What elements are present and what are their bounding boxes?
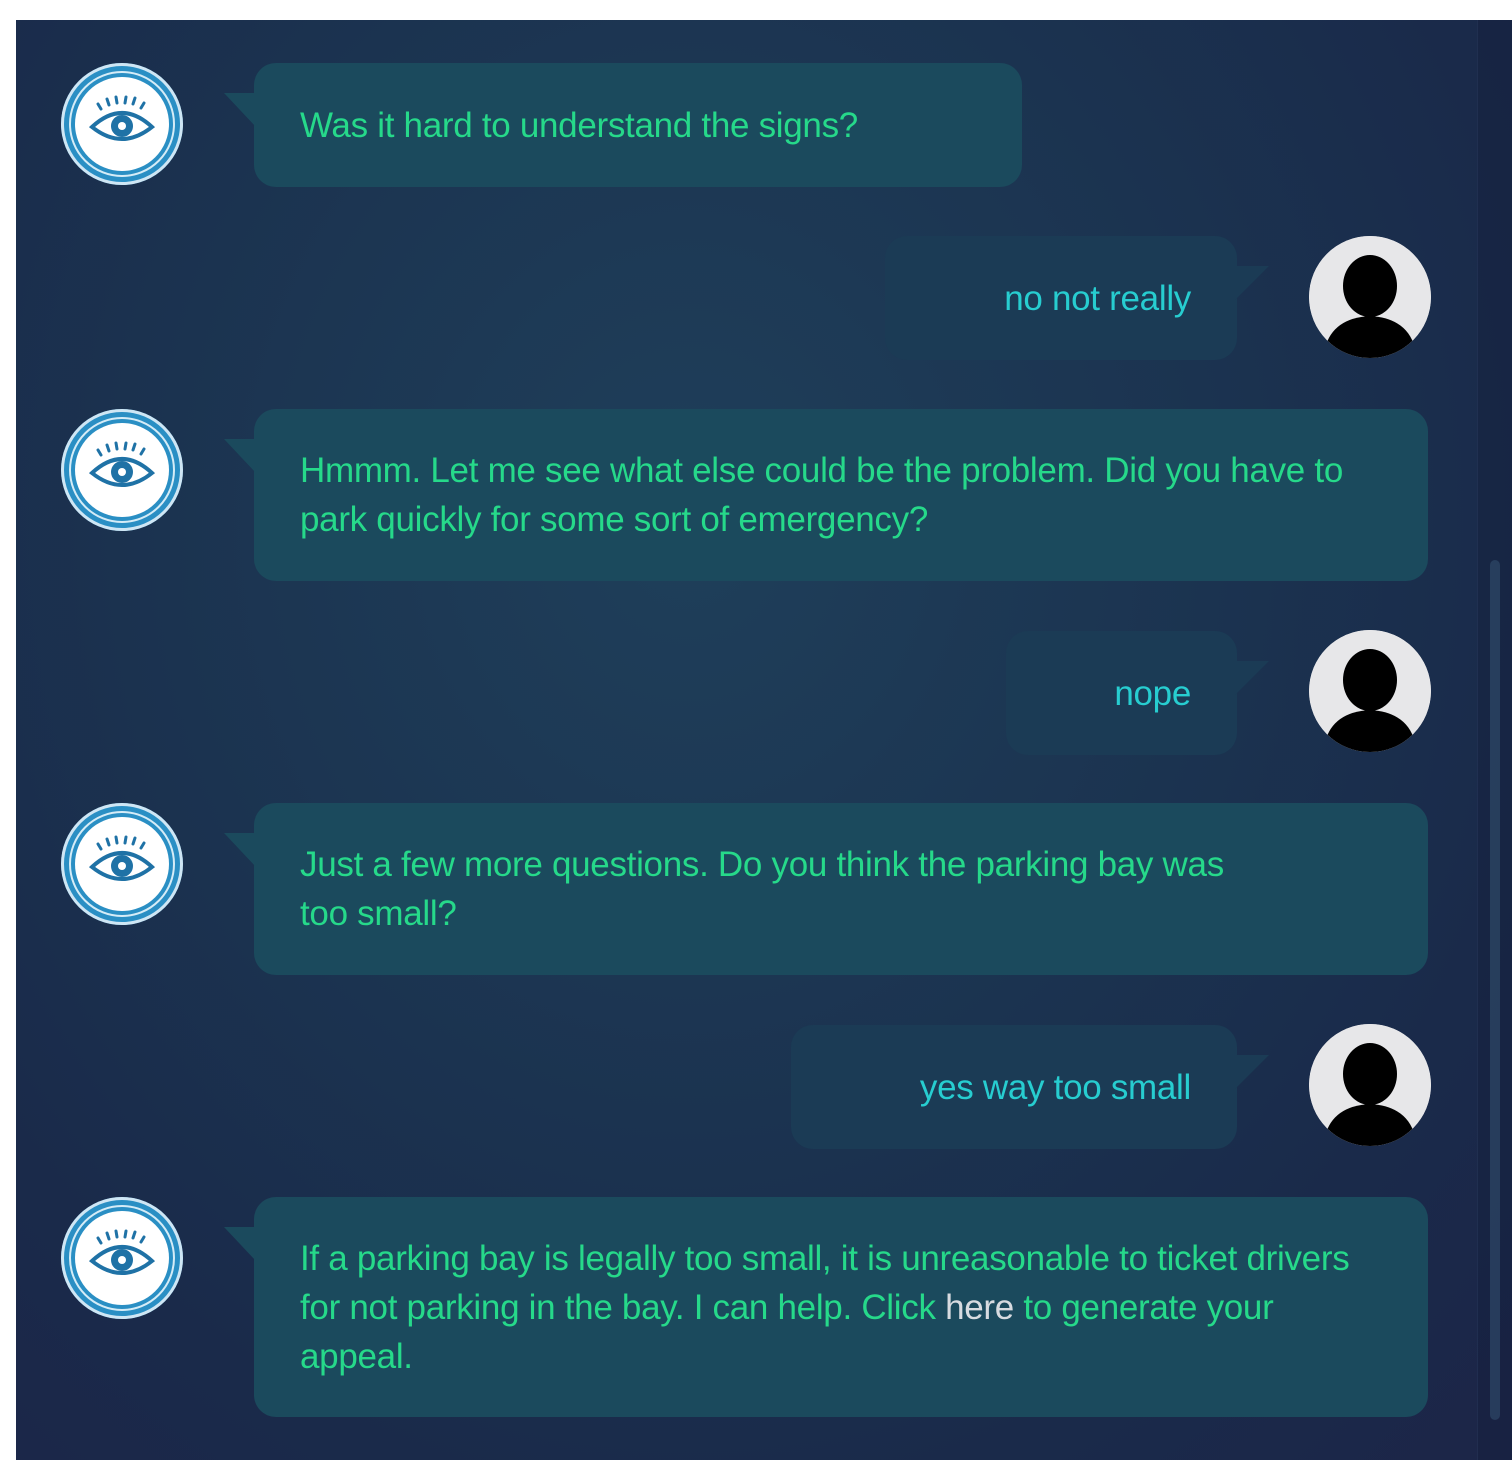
user-silhouette-icon [1309, 1024, 1431, 1146]
generate-appeal-link[interactable]: here [945, 1288, 1014, 1327]
bot-message: Was it hard to understand the signs? [224, 63, 1022, 187]
bot-message: If a parking bay is legally too small, i… [224, 1197, 1428, 1417]
eye-icon [66, 68, 178, 180]
bot-avatar [61, 63, 183, 185]
user-avatar [1309, 630, 1431, 752]
message-text: Was it hard to understand the signs? [300, 105, 858, 145]
user-silhouette-icon [1309, 236, 1431, 358]
eye-icon [66, 1202, 178, 1314]
message-text: no not really [1004, 278, 1191, 318]
user-message: no not really [885, 236, 1269, 360]
eye-icon [66, 414, 178, 526]
user-message: yes way too small [791, 1025, 1269, 1149]
message-text: If a parking bay is legally too small, i… [300, 1238, 1350, 1376]
bot-avatar [61, 409, 183, 531]
bot-avatar [61, 1197, 183, 1319]
user-silhouette-icon [1309, 630, 1431, 752]
chat-window: Was it hard to understand the signs? no … [16, 20, 1512, 1460]
bot-message: Hmmm. Let me see what else could be the … [224, 409, 1428, 581]
user-avatar [1309, 1024, 1431, 1146]
scrollbar-thumb[interactable] [1490, 560, 1500, 1420]
user-avatar [1309, 236, 1431, 358]
message-text: Just a few more questions. Do you think … [300, 845, 1224, 933]
message-text: Hmmm. Let me see what else could be the … [300, 451, 1343, 539]
bot-message: Just a few more questions. Do you think … [224, 803, 1428, 975]
message-text: yes way too small [919, 1067, 1191, 1107]
scrollbar-track[interactable] [1477, 20, 1512, 1460]
message-text: nope [1114, 673, 1191, 713]
user-message: nope [1006, 631, 1269, 755]
eye-icon [66, 808, 178, 920]
bot-avatar [61, 803, 183, 925]
